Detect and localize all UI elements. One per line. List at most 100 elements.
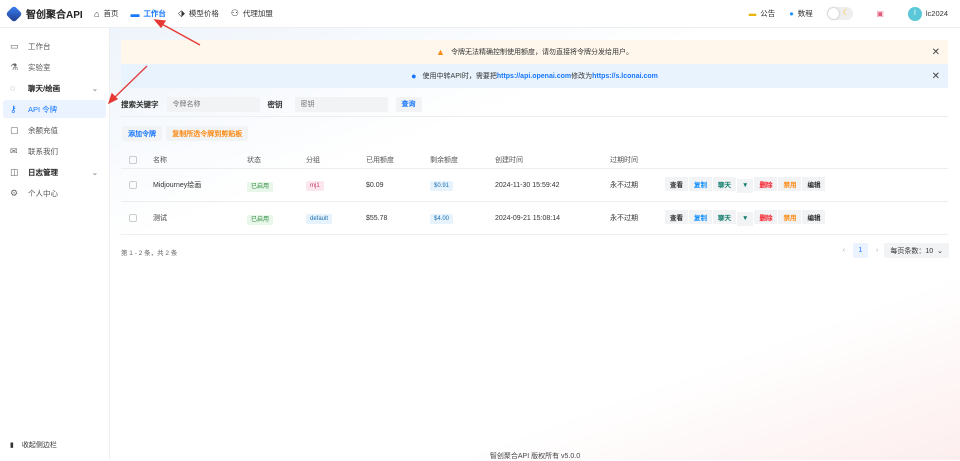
sidebar-item-profile[interactable]: ⚙ 个人中心 [3,184,106,202]
sidebar-item-label: 工作台 [28,41,51,51]
sidebar-item-label: 聊天/绘画 [28,83,61,93]
remaining-quota: $4.00 [430,213,454,224]
chat-dropdown-icon[interactable]: ▼ [737,178,754,193]
row-checkbox[interactable] [129,214,137,222]
main-content: ▲ 令牌无法精确控制使用额度，请勿直接将令牌分发给用户。 ✕ ● 使用中转API时，需… [110,28,960,460]
token-name: 测试 [153,215,167,222]
collapse-label: 收起侧边栏 [21,442,57,449]
column-header: 状态 [247,156,261,164]
edit-button[interactable]: 编辑 [802,210,826,225]
tutorial-label: 数程 [797,9,813,18]
chevron-down-icon: ⌄ [91,83,98,93]
sidebar-item-label: 余额充值 [28,125,58,135]
status-badge: 已启用 [247,181,274,192]
chat-dropdown-icon[interactable]: ▼ [737,211,754,226]
view-button[interactable]: 查看 [665,210,688,225]
token-name: Midjourney绘画 [153,182,202,189]
pagination-summary: 第 1 - 2 条，共 2 条 [121,250,178,257]
page-1-button[interactable]: 1 [852,243,868,258]
sidebar-item-topup[interactable]: ▢ 余额充值 [3,121,106,139]
nav-label: 首页 [103,9,119,18]
warning-icon: ▲ [436,47,445,57]
add-token-button[interactable]: 添加令牌 [122,126,162,141]
collapse-sidebar-button[interactable]: ▮ 收起侧边栏 [10,440,57,450]
disable-button[interactable]: 禁用 [778,210,802,225]
group-badge: default [306,213,333,224]
announcement-button[interactable]: ▬ 公告 [749,8,776,19]
language-button[interactable]: ▣ [867,9,884,18]
nav-label: 工作台 [143,9,166,18]
key-label: 密钥 [267,99,283,109]
sidebar-item-label: 联系我们 [28,146,58,156]
view-button[interactable]: 查看 [665,177,688,192]
announcement-icon: ▬ [748,9,757,18]
translate-icon: ▣ [876,9,884,18]
info-text: 使用中转API时，需要把 [422,73,497,80]
info-icon: ● [411,71,417,81]
nav-agent[interactable]: ⚇ 代理加盟 [231,8,273,19]
used-quota: $0.09 [366,181,384,189]
sidebar-item-api-tokens[interactable]: ⚷ API 令牌 [3,100,106,118]
row-checkbox[interactable] [129,181,137,189]
page-size-select[interactable]: 每页条数：10 ⌄ [884,243,949,258]
wallet-icon: ▢ [10,124,19,135]
sidebar-item-chat[interactable]: ◌ 聊天/绘画 ⌄ [3,79,106,97]
sidebar-item-contact[interactable]: ✉ 联系我们 [3,142,106,160]
used-quota: $55.78 [366,214,388,222]
sidebar-item-workbench[interactable]: ▭ 工作台 [3,37,106,55]
nav-model-pricing[interactable]: ⬗ 模型价格 [178,8,219,19]
avatar: l [907,6,922,21]
pagination: ‹ 1 › 每页条数：10 ⌄ [843,243,949,258]
table-header: 名称 状态 分组 已用额度 剩余额度 创建时间 过期时间 [121,151,948,169]
user-menu[interactable]: l lc2024 [907,6,948,21]
chevron-down-icon: ⌄ [91,167,98,177]
close-icon[interactable]: ✕ [932,71,940,82]
page-size-label: 每页条数：10 [890,247,934,255]
disable-button[interactable]: 禁用 [778,177,802,192]
key-icon: ⚷ [10,103,17,114]
select-all-checkbox[interactable] [129,155,137,164]
sidebar-item-label: 实验室 [28,62,51,72]
search-bar: 搜索关键字 密钥 查询 [121,92,948,117]
nav-workbench[interactable]: ▬ 工作台 [130,8,166,19]
brand-name: 智创聚合API [26,10,83,21]
status-badge: 已启用 [247,214,274,225]
nav-home[interactable]: ⌂ 首页 [94,8,118,19]
column-header: 创建时间 [495,156,523,164]
chat-button[interactable]: 聊天 [713,177,736,192]
copy-button[interactable]: 复制 [689,210,712,225]
info-link-proxy[interactable]: https://s.lconai.com [592,73,658,80]
warning-banner: ▲ 令牌无法精确控制使用额度，请勿直接将令牌分发给用户。 ✕ [121,40,948,64]
key-input[interactable] [294,96,388,112]
edit-button[interactable]: 编辑 [802,177,826,192]
token-name-input[interactable] [166,96,260,112]
top-header: 智创聚合API ⌂ 首页 ▬ 工作台 ⬗ 模型价格 ⚇ 代理加盟 ▬ 公告 ● 数程 ☾ ▣… [0,0,960,28]
remaining-quota: $0.91 [430,180,454,191]
theme-toggle[interactable]: ☾ [826,7,853,20]
announcement-label: 公告 [760,9,776,18]
group-badge: mj1 [306,180,324,191]
brand-logo[interactable]: 智创聚合API [5,5,94,22]
query-button[interactable]: 查询 [395,96,422,112]
sidebar-item-label: API 令牌 [28,104,58,114]
home-icon: ⌂ [94,8,100,19]
token-table: 名称 状态 分组 已用额度 剩余额度 创建时间 过期时间 Midjourney绘… [121,151,948,235]
copy-selected-button[interactable]: 复制所选令牌到剪贴板 [166,126,249,141]
prev-page-icon[interactable]: ‹ [843,247,845,254]
info-link-openai[interactable]: https://api.openai.com [497,73,571,80]
column-header: 名称 [153,156,167,164]
column-header: 过期时间 [610,156,638,164]
next-page-icon[interactable]: › [876,247,878,254]
close-icon[interactable]: ✕ [932,47,940,58]
sidebar-item-logs[interactable]: ◫ 日志管理 ⌄ [3,163,106,181]
sidebar-item-lab[interactable]: ⚗ 实验室 [3,58,106,76]
moon-icon: ☾ [842,8,850,17]
delete-button[interactable]: 删除 [754,177,778,192]
tutorial-button[interactable]: ● 数程 [789,8,813,19]
copy-button[interactable]: 复制 [689,177,712,192]
nav-label: 模型价格 [188,9,219,18]
delete-button[interactable]: 删除 [754,210,778,225]
nav-label: 代理加盟 [242,9,273,18]
chat-button[interactable]: 聊天 [713,210,736,225]
info-banner: ● 使用中转API时，需要把 https://api.openai.com 修改为 ht… [121,64,948,88]
